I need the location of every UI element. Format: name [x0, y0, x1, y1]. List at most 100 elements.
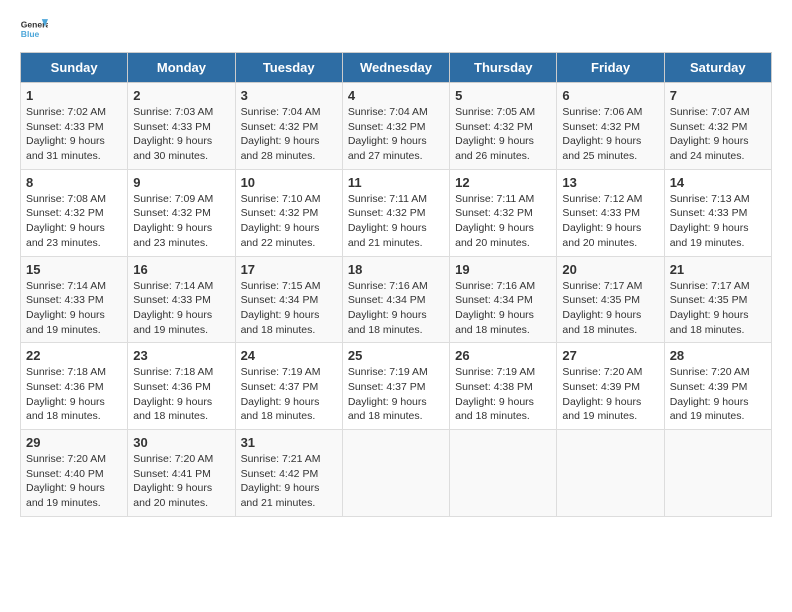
- day-number: 15: [26, 262, 122, 277]
- day-sunrise: Sunrise: 7:11 AMSunset: 4:32 PMDaylight:…: [455, 193, 534, 249]
- calendar-cell: 4 Sunrise: 7:04 AMSunset: 4:32 PMDayligh…: [342, 83, 449, 170]
- day-number: 27: [562, 348, 658, 363]
- day-number: 25: [348, 348, 444, 363]
- logo-icon: General Blue: [20, 16, 48, 44]
- day-number: 2: [133, 88, 229, 103]
- day-sunrise: Sunrise: 7:16 AMSunset: 4:34 PMDaylight:…: [455, 280, 535, 336]
- calendar-cell: 5 Sunrise: 7:05 AMSunset: 4:32 PMDayligh…: [450, 83, 557, 170]
- calendar-cell: 12 Sunrise: 7:11 AMSunset: 4:32 PMDaylig…: [450, 169, 557, 256]
- calendar-cell: 17 Sunrise: 7:15 AMSunset: 4:34 PMDaylig…: [235, 256, 342, 343]
- day-number: 8: [26, 175, 122, 190]
- calendar-cell: [342, 430, 449, 517]
- day-number: 3: [241, 88, 337, 103]
- day-sunrise: Sunrise: 7:18 AMSunset: 4:36 PMDaylight:…: [26, 366, 106, 422]
- day-number: 11: [348, 175, 444, 190]
- calendar-week-2: 8 Sunrise: 7:08 AMSunset: 4:32 PMDayligh…: [21, 169, 772, 256]
- day-number: 14: [670, 175, 766, 190]
- calendar-cell: 13 Sunrise: 7:12 AMSunset: 4:33 PMDaylig…: [557, 169, 664, 256]
- day-number: 21: [670, 262, 766, 277]
- calendar-cell: 14 Sunrise: 7:13 AMSunset: 4:33 PMDaylig…: [664, 169, 771, 256]
- day-sunrise: Sunrise: 7:20 AMSunset: 4:41 PMDaylight:…: [133, 453, 213, 509]
- day-number: 4: [348, 88, 444, 103]
- day-header-saturday: Saturday: [664, 53, 771, 83]
- calendar-cell: 29 Sunrise: 7:20 AMSunset: 4:40 PMDaylig…: [21, 430, 128, 517]
- day-header-sunday: Sunday: [21, 53, 128, 83]
- day-header-wednesday: Wednesday: [342, 53, 449, 83]
- day-number: 29: [26, 435, 122, 450]
- calendar-cell: 31 Sunrise: 7:21 AMSunset: 4:42 PMDaylig…: [235, 430, 342, 517]
- calendar-week-5: 29 Sunrise: 7:20 AMSunset: 4:40 PMDaylig…: [21, 430, 772, 517]
- day-sunrise: Sunrise: 7:21 AMSunset: 4:42 PMDaylight:…: [241, 453, 321, 509]
- day-number: 12: [455, 175, 551, 190]
- day-sunrise: Sunrise: 7:17 AMSunset: 4:35 PMDaylight:…: [670, 280, 750, 336]
- calendar-cell: [557, 430, 664, 517]
- day-sunrise: Sunrise: 7:04 AMSunset: 4:32 PMDaylight:…: [348, 106, 428, 162]
- day-number: 24: [241, 348, 337, 363]
- day-number: 5: [455, 88, 551, 103]
- day-sunrise: Sunrise: 7:18 AMSunset: 4:36 PMDaylight:…: [133, 366, 213, 422]
- day-number: 6: [562, 88, 658, 103]
- day-sunrise: Sunrise: 7:02 AMSunset: 4:33 PMDaylight:…: [26, 106, 106, 162]
- day-header-thursday: Thursday: [450, 53, 557, 83]
- day-sunrise: Sunrise: 7:10 AMSunset: 4:32 PMDaylight:…: [241, 193, 321, 249]
- days-header-row: SundayMondayTuesdayWednesdayThursdayFrid…: [21, 53, 772, 83]
- day-sunrise: Sunrise: 7:19 AMSunset: 4:37 PMDaylight:…: [241, 366, 321, 422]
- day-number: 16: [133, 262, 229, 277]
- day-header-monday: Monday: [128, 53, 235, 83]
- day-sunrise: Sunrise: 7:17 AMSunset: 4:35 PMDaylight:…: [562, 280, 642, 336]
- day-sunrise: Sunrise: 7:09 AMSunset: 4:32 PMDaylight:…: [133, 193, 213, 249]
- calendar-cell: 22 Sunrise: 7:18 AMSunset: 4:36 PMDaylig…: [21, 343, 128, 430]
- day-sunrise: Sunrise: 7:07 AMSunset: 4:32 PMDaylight:…: [670, 106, 750, 162]
- day-number: 23: [133, 348, 229, 363]
- day-number: 28: [670, 348, 766, 363]
- day-sunrise: Sunrise: 7:20 AMSunset: 4:39 PMDaylight:…: [670, 366, 750, 422]
- calendar-cell: 20 Sunrise: 7:17 AMSunset: 4:35 PMDaylig…: [557, 256, 664, 343]
- day-number: 13: [562, 175, 658, 190]
- calendar-cell: [450, 430, 557, 517]
- logo: General Blue: [20, 16, 40, 44]
- day-number: 18: [348, 262, 444, 277]
- day-sunrise: Sunrise: 7:16 AMSunset: 4:34 PMDaylight:…: [348, 280, 428, 336]
- day-sunrise: Sunrise: 7:05 AMSunset: 4:32 PMDaylight:…: [455, 106, 535, 162]
- day-number: 31: [241, 435, 337, 450]
- day-number: 20: [562, 262, 658, 277]
- svg-text:Blue: Blue: [21, 29, 40, 39]
- day-header-friday: Friday: [557, 53, 664, 83]
- day-sunrise: Sunrise: 7:13 AMSunset: 4:33 PMDaylight:…: [670, 193, 750, 249]
- calendar-cell: 26 Sunrise: 7:19 AMSunset: 4:38 PMDaylig…: [450, 343, 557, 430]
- calendar-cell: 19 Sunrise: 7:16 AMSunset: 4:34 PMDaylig…: [450, 256, 557, 343]
- day-sunrise: Sunrise: 7:14 AMSunset: 4:33 PMDaylight:…: [133, 280, 213, 336]
- calendar-cell: 16 Sunrise: 7:14 AMSunset: 4:33 PMDaylig…: [128, 256, 235, 343]
- calendar-wrapper: SundayMondayTuesdayWednesdayThursdayFrid…: [20, 52, 772, 517]
- calendar-cell: 11 Sunrise: 7:11 AMSunset: 4:32 PMDaylig…: [342, 169, 449, 256]
- calendar-cell: 23 Sunrise: 7:18 AMSunset: 4:36 PMDaylig…: [128, 343, 235, 430]
- day-number: 17: [241, 262, 337, 277]
- calendar-cell: 9 Sunrise: 7:09 AMSunset: 4:32 PMDayligh…: [128, 169, 235, 256]
- calendar-cell: [664, 430, 771, 517]
- day-number: 26: [455, 348, 551, 363]
- day-sunrise: Sunrise: 7:03 AMSunset: 4:33 PMDaylight:…: [133, 106, 213, 162]
- day-sunrise: Sunrise: 7:08 AMSunset: 4:32 PMDaylight:…: [26, 193, 106, 249]
- calendar-cell: 15 Sunrise: 7:14 AMSunset: 4:33 PMDaylig…: [21, 256, 128, 343]
- day-number: 10: [241, 175, 337, 190]
- calendar-cell: 28 Sunrise: 7:20 AMSunset: 4:39 PMDaylig…: [664, 343, 771, 430]
- calendar-cell: 10 Sunrise: 7:10 AMSunset: 4:32 PMDaylig…: [235, 169, 342, 256]
- calendar-week-3: 15 Sunrise: 7:14 AMSunset: 4:33 PMDaylig…: [21, 256, 772, 343]
- day-sunrise: Sunrise: 7:20 AMSunset: 4:40 PMDaylight:…: [26, 453, 106, 509]
- day-sunrise: Sunrise: 7:19 AMSunset: 4:38 PMDaylight:…: [455, 366, 535, 422]
- calendar-cell: 24 Sunrise: 7:19 AMSunset: 4:37 PMDaylig…: [235, 343, 342, 430]
- calendar-cell: 3 Sunrise: 7:04 AMSunset: 4:32 PMDayligh…: [235, 83, 342, 170]
- day-sunrise: Sunrise: 7:15 AMSunset: 4:34 PMDaylight:…: [241, 280, 321, 336]
- day-number: 30: [133, 435, 229, 450]
- day-sunrise: Sunrise: 7:19 AMSunset: 4:37 PMDaylight:…: [348, 366, 428, 422]
- calendar-cell: 6 Sunrise: 7:06 AMSunset: 4:32 PMDayligh…: [557, 83, 664, 170]
- calendar-cell: 30 Sunrise: 7:20 AMSunset: 4:41 PMDaylig…: [128, 430, 235, 517]
- calendar-cell: 27 Sunrise: 7:20 AMSunset: 4:39 PMDaylig…: [557, 343, 664, 430]
- day-sunrise: Sunrise: 7:20 AMSunset: 4:39 PMDaylight:…: [562, 366, 642, 422]
- calendar-cell: 18 Sunrise: 7:16 AMSunset: 4:34 PMDaylig…: [342, 256, 449, 343]
- calendar-cell: 21 Sunrise: 7:17 AMSunset: 4:35 PMDaylig…: [664, 256, 771, 343]
- page-header: General Blue: [20, 16, 772, 44]
- calendar-table: SundayMondayTuesdayWednesdayThursdayFrid…: [20, 52, 772, 517]
- day-number: 1: [26, 88, 122, 103]
- calendar-week-1: 1 Sunrise: 7:02 AMSunset: 4:33 PMDayligh…: [21, 83, 772, 170]
